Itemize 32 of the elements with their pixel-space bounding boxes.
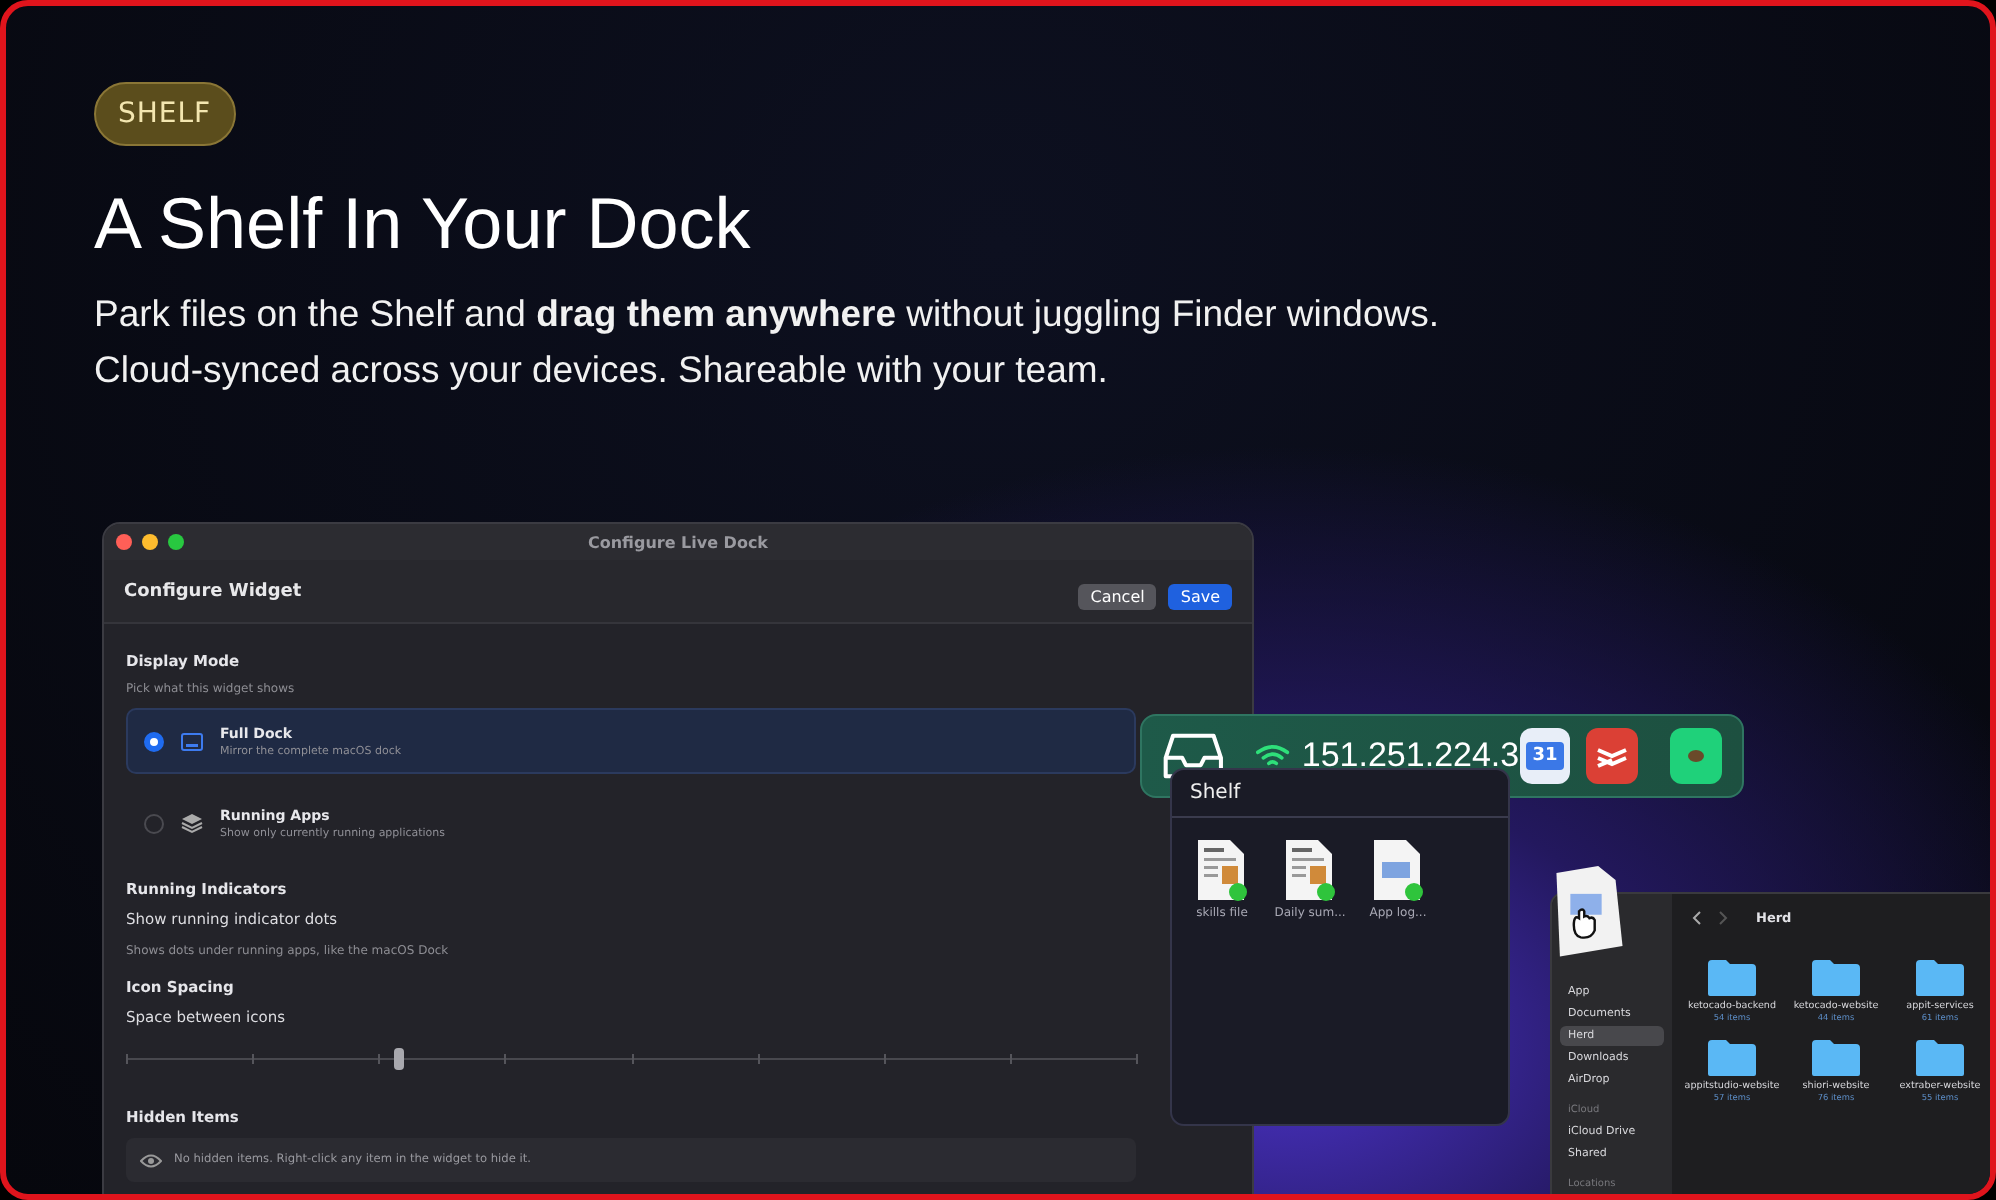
folder-icon[interactable] <box>1914 1038 1966 1078</box>
cancel-button[interactable]: Cancel <box>1078 584 1157 610</box>
dialog-title: Configure Widget <box>124 581 302 601</box>
radio-button[interactable] <box>144 813 164 833</box>
subheadline: Park files on the Shelf and drag them anywhere without juggling Finder windows. <box>94 290 1440 338</box>
panel-title: Shelf <box>1172 770 1508 818</box>
minimize-icon[interactable] <box>142 534 158 550</box>
eye-icon <box>140 1153 162 1167</box>
window-title: Configure Live Dock <box>585 533 771 551</box>
zoom-icon[interactable] <box>168 534 184 550</box>
close-icon[interactable] <box>116 534 132 550</box>
slider-thumb[interactable] <box>394 1048 405 1070</box>
display-icon <box>180 731 204 751</box>
folder-icon[interactable] <box>1706 1038 1758 1078</box>
back-icon[interactable] <box>1692 910 1702 926</box>
folder-icon[interactable] <box>1706 958 1758 998</box>
document-file-icon <box>1196 838 1248 902</box>
radio-button[interactable] <box>144 731 164 751</box>
category-badge: SHELF <box>94 82 236 146</box>
folder-icon[interactable] <box>1810 1038 1862 1078</box>
app-icon[interactable] <box>1670 728 1722 784</box>
wifi-icon <box>1256 742 1290 770</box>
folder-icon[interactable] <box>1914 958 1966 998</box>
layers-icon <box>180 812 204 834</box>
headline: A Shelf In Your Dock <box>94 182 751 266</box>
folder-icon[interactable] <box>1810 958 1862 998</box>
calendar-app-icon[interactable]: 31 <box>1519 728 1571 784</box>
subheadline: Cloud-synced across your devices. Shareable with your team. <box>94 346 1108 394</box>
image-file-icon <box>1372 838 1424 902</box>
save-button[interactable]: Save <box>1168 584 1232 610</box>
document-file-icon <box>1284 838 1336 902</box>
ip-address: 151.251.224.3 <box>1301 736 1520 776</box>
